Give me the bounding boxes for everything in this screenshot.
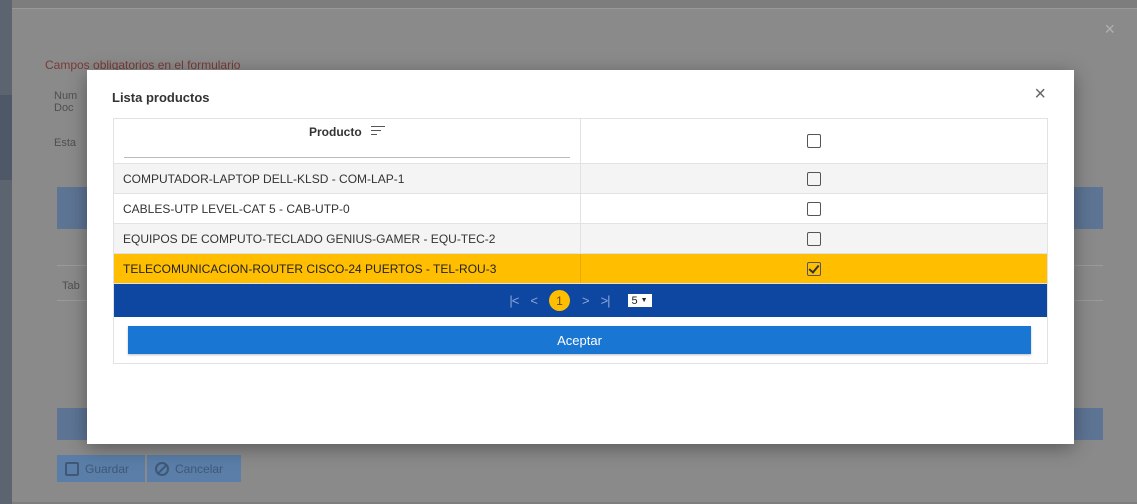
save-button[interactable]: Guardar	[57, 455, 145, 482]
column-filter-input[interactable]	[124, 157, 570, 158]
cancel-icon	[155, 461, 169, 476]
previous-page-button[interactable]: <	[530, 293, 538, 308]
table-row[interactable]: CABLES-UTP LEVEL-CAT 5 - CAB-UTP-0	[114, 194, 1047, 224]
product-cell: CABLES-UTP LEVEL-CAT 5 - CAB-UTP-0	[114, 194, 581, 223]
chevron-down-icon: ▼	[640, 297, 648, 304]
cancel-button-label: Cancelar	[175, 461, 224, 476]
column-header-select	[581, 119, 1047, 163]
last-page-button[interactable]: >|	[601, 293, 611, 308]
close-icon[interactable]: ×	[1104, 20, 1115, 38]
column-header-label: Producto	[308, 125, 362, 139]
accept-button[interactable]: Aceptar	[128, 326, 1031, 354]
dialog-title: Lista productos	[112, 90, 210, 105]
page-number-button[interactable]: 1	[548, 290, 570, 311]
product-cell: EQUIPOS DE COMPUTO-TECLADO GENIUS-GAMER …	[114, 224, 581, 253]
cancel-button[interactable]: Cancelar	[147, 455, 241, 482]
table-row[interactable]: EQUIPOS DE COMPUTO-TECLADO GENIUS-GAMER …	[114, 224, 1047, 254]
row-checkbox[interactable]	[807, 171, 821, 186]
row-checkbox[interactable]	[807, 231, 821, 246]
sort-icon[interactable]	[371, 125, 385, 136]
rows-per-page-value: 5	[631, 294, 638, 307]
background-sidebar-strip	[0, 0, 12, 504]
product-cell: TELECOMUNICACION-ROUTER CISCO-24 PUERTOS…	[114, 254, 581, 283]
column-header-product[interactable]: Producto	[114, 119, 581, 163]
first-page-button[interactable]: |<	[509, 293, 519, 308]
table-row-selected[interactable]: TELECOMUNICACION-ROUTER CISCO-24 PUERTOS…	[114, 254, 1047, 284]
save-icon	[65, 461, 79, 476]
product-list-dialog: Lista productos × Producto COMPUTADOR-LA…	[87, 70, 1074, 444]
table-header: Producto	[114, 119, 1047, 164]
row-checkbox[interactable]	[807, 201, 821, 216]
table-row[interactable]: COMPUTADOR-LAPTOP DELL-KLSD - COM-LAP-1	[114, 164, 1047, 194]
background-label: Num	[54, 90, 78, 102]
close-icon[interactable]: ×	[1034, 84, 1046, 104]
background-label: Esta	[54, 137, 77, 149]
select-all-checkbox[interactable]	[807, 134, 821, 148]
next-page-button[interactable]: >	[582, 293, 590, 308]
product-cell: COMPUTADOR-LAPTOP DELL-KLSD - COM-LAP-1	[114, 164, 581, 193]
background-label: Tab	[62, 280, 80, 292]
paginator: |< < 1 > >| 5 ▼	[114, 284, 1047, 317]
save-button-label: Guardar	[85, 461, 130, 476]
row-checkbox-checked[interactable]	[807, 261, 821, 276]
background-label: Doc	[54, 102, 74, 114]
rows-per-page-select[interactable]: 5 ▼	[627, 294, 652, 307]
